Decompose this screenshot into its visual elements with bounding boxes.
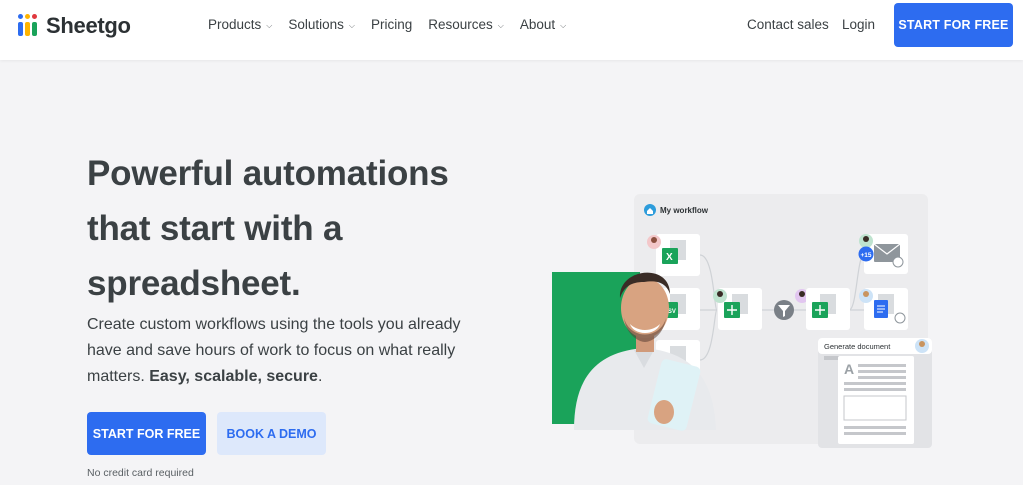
nav-item-about[interactable]: About ⌵ — [512, 17, 574, 32]
hero-headline: Powerful automations that start with a s… — [87, 154, 449, 303]
logo-mark-icon — [18, 14, 40, 38]
main-nav: Products ⌵ Solutions ⌵ Pricing Resources… — [200, 17, 574, 32]
brand-name: Sheetgo — [46, 13, 131, 38]
workflow-illustration: My workflow X CSV +15 Generate document … — [552, 190, 942, 450]
nav-item-label: Pricing — [370, 17, 413, 32]
chevron-down-icon: ⌵ — [497, 20, 504, 30]
svg-text:X: X — [666, 252, 673, 263]
contact-sales-link[interactable]: Contact sales — [747, 17, 829, 32]
chevron-down-icon: ⌵ — [348, 20, 355, 30]
nav-item-label: Products — [208, 17, 262, 32]
nav-item-label: Solutions — [288, 17, 344, 32]
chevron-down-icon: ⌵ — [560, 20, 567, 30]
nav-item-solutions[interactable]: Solutions ⌵ — [280, 17, 363, 32]
workflow-title: My workflow — [660, 206, 709, 215]
hero-subtitle-end: . — [317, 368, 323, 385]
svg-text:A: A — [844, 361, 854, 377]
nav-item-label: Resources — [428, 17, 493, 32]
nav-item-products[interactable]: Products ⌵ — [200, 17, 280, 32]
hero-subtitle: Create custom workflows using the tools … — [87, 312, 487, 390]
generate-document-label: Generate document — [824, 342, 891, 351]
sheetgo-logo[interactable]: Sheetgo — [18, 13, 131, 39]
top-navigation-bar: Sheetgo Products ⌵ Solutions ⌵ Pricing R… — [0, 0, 1023, 60]
nav-item-resources[interactable]: Resources ⌵ — [420, 17, 512, 32]
book-a-demo-button[interactable]: BOOK A DEMO — [217, 412, 326, 455]
chevron-down-icon: ⌵ — [266, 20, 273, 30]
no-credit-card-note: No credit card required — [87, 467, 194, 479]
hero-subtitle-emphasis: Easy, scalable, secure — [149, 368, 318, 385]
workflow-illustration-svg: My workflow X CSV +15 Generate document … — [552, 194, 932, 448]
login-link[interactable]: Login — [842, 17, 875, 32]
start-for-free-nav-button[interactable]: START FOR FREE — [894, 3, 1013, 47]
nav-item-label: About — [519, 17, 556, 32]
nav-item-pricing[interactable]: Pricing — [363, 17, 420, 32]
svg-text:+15: +15 — [861, 252, 872, 259]
start-for-free-button[interactable]: START FOR FREE — [87, 412, 206, 455]
